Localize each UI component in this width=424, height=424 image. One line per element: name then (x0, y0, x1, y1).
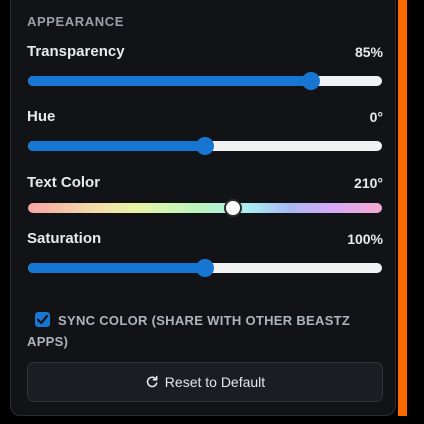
saturation-slider-thumb[interactable] (196, 259, 214, 277)
saturation-label: Saturation (27, 230, 102, 247)
text-color-slider[interactable] (28, 199, 382, 217)
hue-slider-thumb[interactable] (196, 137, 214, 155)
reset-to-default-button[interactable]: Reset to Default (27, 362, 383, 402)
refresh-icon (146, 375, 158, 388)
orange-edge-bar (398, 0, 407, 416)
sync-color-option[interactable]: SYNC COLOR (SHARE WITH OTHER BEASTZ APPS… (27, 311, 377, 349)
saturation-slider[interactable] (28, 259, 382, 277)
sync-color-label-line2: APPS) (27, 334, 69, 349)
transparency-value: 85% (354, 44, 383, 60)
hue-slider-fill (28, 141, 205, 151)
saturation-value: 100% (347, 231, 383, 247)
sync-color-label-line1: SYNC COLOR (SHARE WITH OTHER BEASTZ (58, 313, 351, 328)
hue-label: Hue (27, 108, 56, 125)
transparency-slider[interactable] (28, 72, 382, 90)
text-color-value: 210° (354, 175, 383, 191)
checkmark-icon (36, 314, 49, 325)
transparency-slider-fill (28, 76, 312, 86)
saturation-slider-fill (28, 263, 205, 273)
section-title: APPEARANCE (27, 14, 125, 29)
text-color-label: Text Color (27, 174, 101, 191)
sync-color-checkbox[interactable] (35, 312, 50, 327)
transparency-label: Transparency (27, 43, 125, 60)
reset-button-label: Reset to Default (164, 374, 266, 390)
hue-slider[interactable] (28, 137, 382, 155)
hue-value: 0° (369, 109, 383, 125)
